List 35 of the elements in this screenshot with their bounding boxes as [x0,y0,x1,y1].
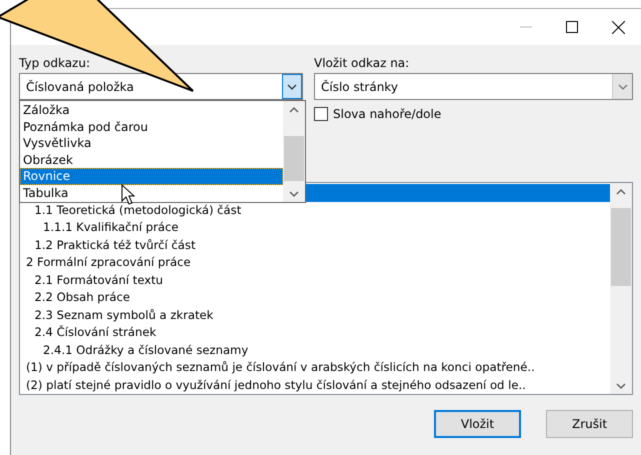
maximize-icon [566,21,578,33]
dropdown-option[interactable]: Tabulka [20,184,283,202]
checkbox[interactable] [314,107,328,121]
dialog-button[interactable]: Zrušit [546,410,633,438]
field-value: Číslo stránky [320,78,399,96]
dropdown-option[interactable]: Obrázek [20,152,283,168]
dialog-button[interactable]: Vložit [434,410,521,438]
dropdown-option[interactable]: Poznámka pod čarou [20,118,283,136]
heading-list[interactable] [19,182,633,395]
dropdown-option[interactable]: Záložka [20,102,283,119]
scrollbar[interactable] [283,101,305,202]
scrollbar[interactable] [610,183,632,394]
dropdown-button[interactable] [282,74,302,99]
dropdown-option[interactable]: Rovnice [20,168,283,185]
list-item[interactable]: 2.1 Formátování textu [21,272,610,289]
dropdown-list[interactable]: Záložka Poznámka pod čarou Vysvětlivka Obrázek Rovnice Tabulka [19,100,306,203]
field-label: Vložit odkaz na: [314,55,410,72]
list-item[interactable]: (2) platí stejné pravidlo o využívání jednoho stylu číslování a stejného odsazení od le.. [21,376,610,394]
close-icon [612,20,624,34]
list-item[interactable]: 2.3 Seznam symbolů a zkratek [21,306,610,324]
mouse-pointer-icon [121,184,135,206]
list-item[interactable]: 2.2 Obsah práce [21,289,610,306]
list-item[interactable]: (1) v případě číslovaných seznamů je číslování v arabských číslicích na konci opatřené.. [21,359,610,376]
field-label: Typ odkazu: [19,55,91,72]
list-item[interactable]: 2 Formální zpracování práce [21,254,610,272]
field-value: Číslovaná položka [25,78,135,96]
checkbox-label: Slova nahoře/dole [333,106,442,123]
list-item[interactable]: 1.1 Teoretická (metodologická) část [21,202,610,219]
dropdown-option[interactable]: Vysvětlivka [20,135,283,152]
list-item[interactable]: 2.4 Číslování stránek [21,324,610,342]
list-item[interactable]: 1.1.1 Kvalifikační práce [21,219,610,236]
dropdown-field[interactable]: Číslovaná položka [19,73,303,100]
list-item[interactable]: 2.4.1 Odrážky a číslované seznamy [21,342,610,359]
list-item[interactable]: 1.2 Praktická též tvůrčí část [21,236,610,254]
dropdown-field[interactable]: Číslo stránky [314,73,633,100]
